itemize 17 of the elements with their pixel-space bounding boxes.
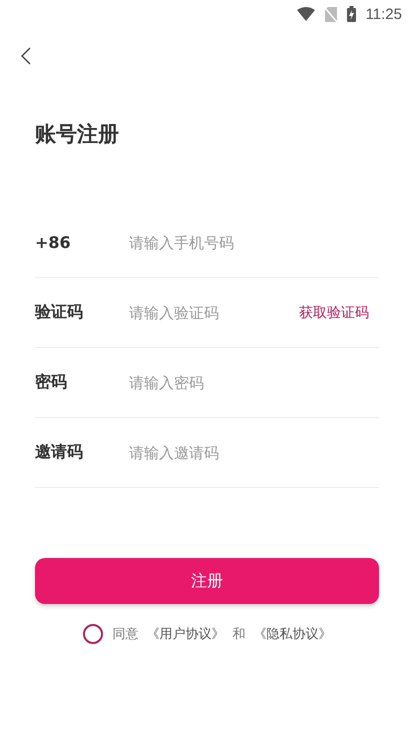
- page-title: 账号注册: [35, 121, 120, 148]
- agreement-link[interactable]: 《用户协议》: [146, 625, 224, 643]
- field-label: 验证码: [35, 302, 84, 323]
- status-time: 11:25: [366, 6, 402, 22]
- register-button[interactable]: 注册: [35, 558, 379, 604]
- agreement-text: 和: [232, 626, 246, 643]
- field-label: 邀请码: [35, 442, 84, 463]
- field-label: +86: [35, 233, 72, 252]
- battery-charging-icon: [346, 6, 356, 22]
- get-code-link[interactable]: 获取验证码: [299, 304, 379, 322]
- agree-checkbox[interactable]: [82, 624, 102, 644]
- wifi-icon: [296, 7, 315, 21]
- no-sim-icon: [324, 6, 337, 22]
- field-label: 密码: [35, 372, 68, 393]
- agreement-link[interactable]: 《隐私协议》: [254, 625, 332, 643]
- agreement-text: 同意: [112, 626, 138, 643]
- back-chevron-icon[interactable]: [21, 47, 31, 65]
